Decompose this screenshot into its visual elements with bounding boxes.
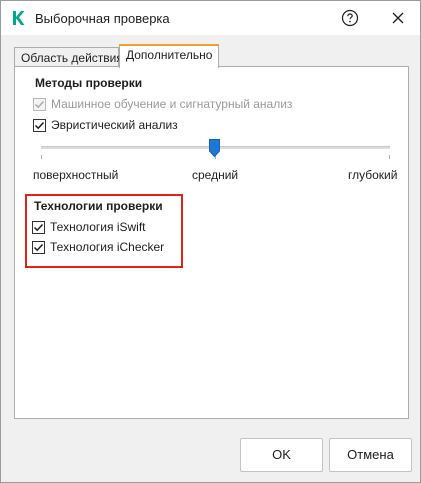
- scan-methods-heading: Методы проверки: [35, 76, 143, 90]
- title-bar: Выборочная проверка: [1, 1, 420, 35]
- cancel-button[interactable]: Отмена: [329, 438, 412, 472]
- scan-technologies-heading: Технологии проверки: [34, 199, 163, 213]
- iswift-checkbox[interactable]: [32, 221, 45, 234]
- ichecker-checkbox[interactable]: [32, 241, 45, 254]
- checkmark-icon: [34, 121, 45, 130]
- ichecker-label: Технология iChecker: [50, 240, 165, 254]
- ml-signature-checkbox: [33, 98, 46, 111]
- ichecker-checkbox-row[interactable]: Технология iChecker: [32, 240, 177, 256]
- tab-scope[interactable]: Область действия: [14, 47, 123, 67]
- level-label-shallow: поверхностный: [33, 168, 119, 182]
- heuristic-level-slider-thumb[interactable]: [209, 139, 220, 157]
- slider-tick: [389, 155, 390, 159]
- iswift-checkbox-row[interactable]: Технология iSwift: [32, 220, 172, 236]
- tab-advanced[interactable]: Дополнительно: [119, 44, 219, 68]
- ok-button[interactable]: OK: [240, 438, 323, 472]
- level-label-deep: глубокий: [348, 168, 398, 182]
- iswift-label: Технология iSwift: [50, 220, 146, 234]
- heuristic-checkbox-row[interactable]: Эвристический анализ: [33, 118, 233, 134]
- checkmark-icon: [33, 223, 44, 232]
- window-title: Выборочная проверка: [35, 11, 170, 26]
- level-label-medium: средний: [192, 168, 239, 182]
- checkmark-icon: [33, 243, 44, 252]
- checkmark-icon: [34, 100, 45, 109]
- kaspersky-logo-icon: [11, 10, 25, 26]
- heuristic-label: Эвристический анализ: [51, 118, 178, 132]
- ml-signature-label: Машинное обучение и сигнатурный анализ: [51, 97, 293, 111]
- scan-dialog-window: Выборочная проверка Область действия Доп…: [0, 0, 421, 483]
- ml-signature-checkbox-row: Машинное обучение и сигнатурный анализ: [33, 97, 333, 113]
- footer-divider: [1, 429, 420, 430]
- close-icon[interactable]: [389, 9, 407, 27]
- help-circle-icon[interactable]: [341, 9, 359, 27]
- heuristic-checkbox[interactable]: [33, 119, 46, 132]
- slider-tick: [41, 155, 42, 159]
